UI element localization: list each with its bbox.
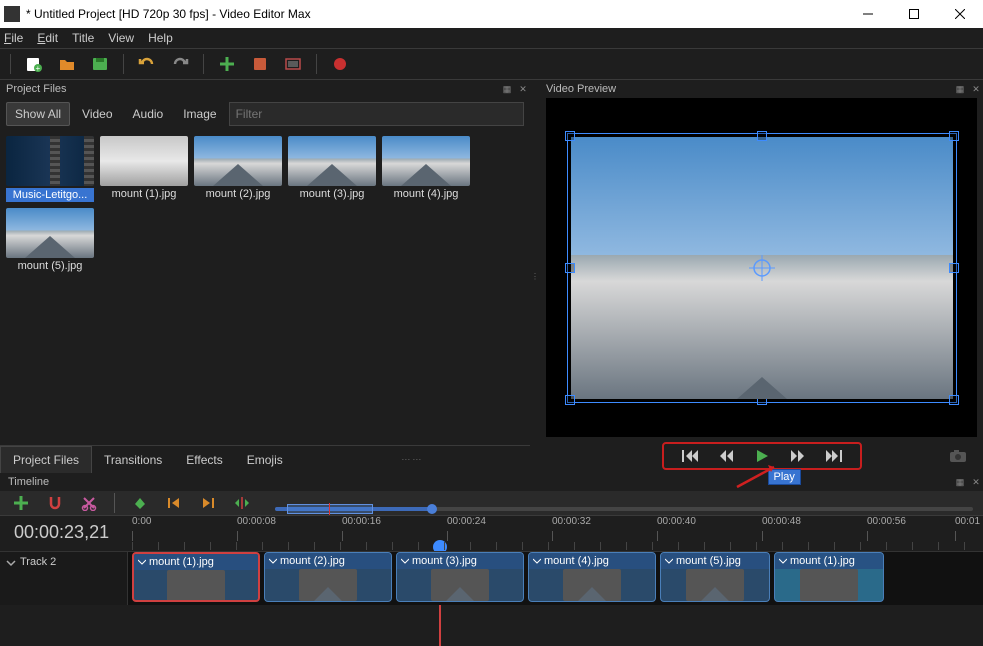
panel-close-icon[interactable]: ✕: [969, 475, 983, 489]
svg-text:+: +: [36, 64, 41, 73]
redo-icon[interactable]: [170, 54, 190, 74]
menu-view[interactable]: View: [108, 31, 134, 45]
project-file-item[interactable]: mount (1).jpg: [100, 136, 188, 202]
project-files-header: Project Files ▦ ✕: [0, 80, 530, 98]
prev-marker-icon[interactable]: [165, 494, 183, 512]
open-project-icon[interactable]: [57, 54, 77, 74]
track-label: Track 2: [20, 556, 56, 568]
project-file-item[interactable]: mount (2).jpg: [194, 136, 282, 202]
jump-end-button[interactable]: [823, 447, 845, 465]
timeline-header: Timeline ▦ ✕: [0, 473, 983, 491]
minimize-button[interactable]: [845, 0, 891, 28]
fullscreen-icon[interactable]: [283, 54, 303, 74]
tab-effects[interactable]: Effects: [174, 447, 234, 473]
tab-project-files[interactable]: Project Files: [0, 446, 92, 473]
timeline-clip[interactable]: mount (1).jpg: [132, 552, 260, 602]
menu-file[interactable]: File: [4, 31, 23, 45]
main-toolbar: +: [0, 48, 983, 80]
fast-forward-button[interactable]: [787, 447, 809, 465]
timeline-clip[interactable]: mount (1).jpg: [774, 552, 884, 602]
window-title: * Untitled Project [HD 720p 30 fps] - Vi…: [26, 7, 311, 21]
filter-image[interactable]: Image: [175, 103, 224, 125]
marker-icon[interactable]: [131, 494, 149, 512]
filter-show-all[interactable]: Show All: [6, 102, 70, 126]
video-preview-header: Video Preview ▦ ✕: [540, 80, 983, 98]
menu-help[interactable]: Help: [148, 31, 173, 45]
window-titlebar: * Untitled Project [HD 720p 30 fps] - Vi…: [0, 0, 983, 28]
jump-start-button[interactable]: [679, 447, 701, 465]
profiles-icon[interactable]: [250, 54, 270, 74]
panel-close-icon[interactable]: ✕: [516, 82, 530, 96]
menu-title[interactable]: Title: [72, 31, 94, 45]
new-project-icon[interactable]: +: [24, 54, 44, 74]
filter-input[interactable]: [229, 102, 524, 126]
snap-icon[interactable]: [46, 494, 64, 512]
menu-bar: File Edit Title View Help: [0, 28, 983, 48]
filter-video[interactable]: Video: [74, 103, 120, 125]
panel-grid-icon[interactable]: ▦: [953, 475, 967, 489]
project-file-item[interactable]: mount (4).jpg: [382, 136, 470, 202]
timeline-clip[interactable]: mount (2).jpg: [264, 552, 392, 602]
next-marker-icon[interactable]: [199, 494, 217, 512]
project-file-item[interactable]: mount (3).jpg: [288, 136, 376, 202]
project-file-item[interactable]: Music-Letitgo...: [6, 136, 94, 202]
save-project-icon[interactable]: [90, 54, 110, 74]
export-icon[interactable]: [330, 54, 350, 74]
import-icon[interactable]: [217, 54, 237, 74]
menu-edit[interactable]: Edit: [37, 31, 58, 45]
center-playhead-icon[interactable]: [233, 494, 251, 512]
undo-icon[interactable]: [137, 54, 157, 74]
razor-icon[interactable]: [80, 494, 98, 512]
timeline-clip[interactable]: mount (5).jpg: [660, 552, 770, 602]
panel-grid-icon[interactable]: ▦: [500, 82, 514, 96]
panel-grid-icon[interactable]: ▦: [953, 82, 967, 96]
timeline-clip[interactable]: mount (3).jpg: [396, 552, 524, 602]
filter-audio[interactable]: Audio: [125, 103, 172, 125]
panel-close-icon[interactable]: ✕: [969, 82, 983, 96]
project-files-grid: Music-Letitgo... mount (1).jpg mount (2)…: [0, 130, 530, 445]
tab-transitions[interactable]: Transitions: [92, 447, 174, 473]
annotation-arrow: [732, 463, 782, 491]
video-preview-canvas[interactable]: [546, 98, 977, 437]
project-file-item[interactable]: mount (5).jpg: [6, 208, 94, 272]
timeline-clip[interactable]: mount (4).jpg: [528, 552, 656, 602]
close-button[interactable]: [937, 0, 983, 28]
chevron-down-icon: [6, 558, 16, 568]
timeline-ruler[interactable]: 00:00:23,21 0:00 00:00:08 00:00:16 00:00…: [0, 515, 983, 551]
add-track-icon[interactable]: [12, 494, 30, 512]
maximize-button[interactable]: [891, 0, 937, 28]
timeline-toolbar: [0, 491, 983, 515]
target-icon: [749, 255, 775, 281]
tab-emojis[interactable]: Emojis: [235, 447, 295, 473]
track-header[interactable]: Track 2: [0, 552, 128, 605]
snapshot-icon[interactable]: [949, 449, 967, 463]
app-icon: [4, 6, 20, 22]
timeline-track: Track 2 mount (1).jpg mount (2).jpg moun…: [0, 551, 983, 605]
current-time: 00:00:23,21: [14, 522, 109, 543]
